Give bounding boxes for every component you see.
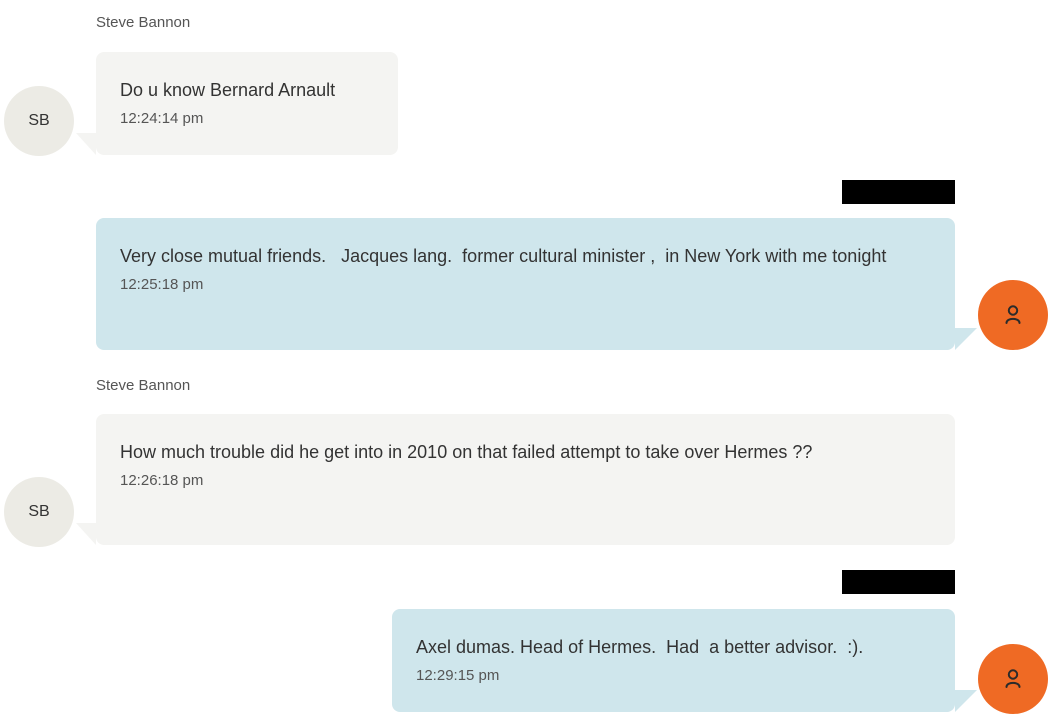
avatar: SB (4, 477, 74, 547)
sender-name: Steve Bannon (96, 14, 191, 31)
message-timestamp: 12:26:18 pm (120, 472, 204, 489)
message-bubble: How much trouble did he get into in 2010… (76, 414, 955, 545)
message-bubble: Very close mutual friends. Jacques lang.… (96, 218, 977, 350)
message-timestamp: 12:25:18 pm (120, 276, 204, 293)
redacted-sender-name (842, 570, 955, 594)
avatar (978, 644, 1048, 714)
avatar (978, 280, 1048, 350)
message-text: Very close mutual friends. Jacques lang.… (120, 246, 887, 266)
message-bubble: Axel dumas. Head of Hermes. Had a better… (392, 609, 977, 712)
avatar: SB (4, 86, 74, 156)
message-timestamp: 12:29:15 pm (416, 667, 500, 684)
message-timestamp: 12:24:14 pm (120, 110, 204, 127)
bubble-tail (955, 690, 977, 712)
avatar-initials: SB (28, 503, 50, 520)
bubble-tail (955, 328, 977, 350)
user-icon (1005, 669, 1021, 688)
bubble-tail (76, 523, 96, 545)
avatar-initials: SB (28, 112, 50, 129)
message-text: Axel dumas. Head of Hermes. Had a better… (416, 637, 864, 657)
sender-name: Steve Bannon (96, 377, 191, 394)
bubble-tail (76, 133, 96, 155)
redacted-sender-name (842, 180, 955, 204)
message-bubble: Do u know Bernard Arnault 12:24:14 pm (76, 52, 398, 155)
message-text: Do u know Bernard Arnault (120, 80, 336, 100)
message-text: How much trouble did he get into in 2010… (120, 442, 813, 462)
user-icon (1005, 305, 1021, 324)
